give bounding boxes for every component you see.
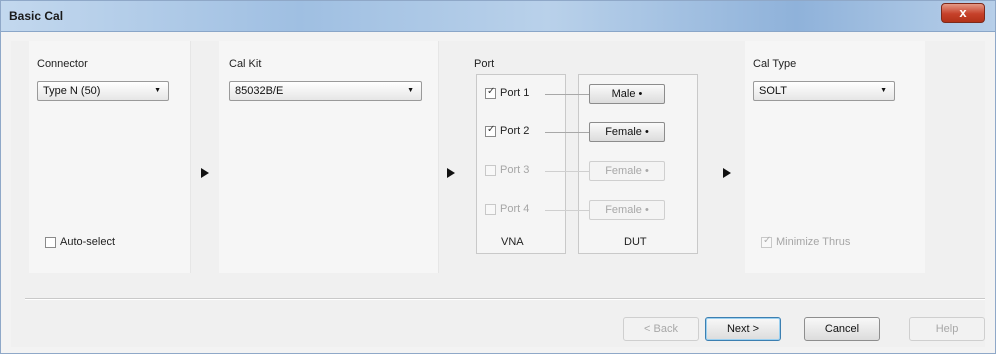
title-bar: Basic Cal x xyxy=(1,1,995,32)
cal-type-select[interactable]: SOLT ▼ xyxy=(753,81,895,101)
port-3-dut-button[interactable]: Female • xyxy=(589,161,665,181)
flow-arrow-icon xyxy=(447,168,455,178)
vna-label: VNA xyxy=(501,236,524,248)
port-4-dut-button[interactable]: Female • xyxy=(589,200,665,220)
minimize-thrus-label: Minimize Thrus xyxy=(776,236,851,248)
port-2-dut-button[interactable]: Female • xyxy=(589,122,665,142)
back-button[interactable]: < Back xyxy=(623,317,699,341)
cal-kit-select-value: 85032B/E xyxy=(235,85,284,97)
connector-select-value: Type N (50) xyxy=(43,85,101,97)
cancel-button[interactable]: Cancel xyxy=(804,317,880,341)
help-button[interactable]: Help xyxy=(909,317,985,341)
port-3-checkbox[interactable] xyxy=(485,165,496,176)
chevron-down-icon: ▼ xyxy=(880,87,887,94)
dialog-body: Connector Type N (50) ▼ Auto-select Cal … xyxy=(11,41,985,347)
window-title: Basic Cal xyxy=(9,9,64,23)
cal-kit-panel xyxy=(219,41,439,273)
cal-kit-label: Cal Kit xyxy=(229,58,262,70)
port-2-checkbox[interactable] xyxy=(485,124,496,137)
flow-arrow-icon xyxy=(723,168,731,178)
dut-label: DUT xyxy=(624,236,647,248)
flow-arrow-icon xyxy=(201,168,209,178)
port-4-checkbox[interactable] xyxy=(485,204,496,215)
port-2-connector-line xyxy=(545,132,589,133)
connector-select[interactable]: Type N (50) ▼ xyxy=(37,81,169,101)
chevron-down-icon: ▼ xyxy=(154,87,161,94)
port-4-connector-line xyxy=(545,210,589,211)
cal-type-label: Cal Type xyxy=(753,58,797,70)
auto-select-label: Auto-select xyxy=(60,236,116,248)
port-3-label: Port 3 xyxy=(500,164,530,176)
chevron-down-icon: ▼ xyxy=(407,87,414,94)
cal-kit-select[interactable]: 85032B/E ▼ xyxy=(229,81,422,101)
basic-cal-dialog: Basic Cal x Connector Type N (50) ▼ Auto… xyxy=(0,0,996,354)
port-1-connector-line xyxy=(545,94,589,95)
minimize-thrus-checkbox[interactable] xyxy=(761,235,772,248)
connector-label: Connector xyxy=(37,58,88,70)
auto-select-checkbox[interactable] xyxy=(45,237,56,248)
next-button[interactable]: Next > xyxy=(705,317,781,341)
footer-separator xyxy=(25,298,985,300)
port-3-connector-line xyxy=(545,171,589,172)
port-1-label: Port 1 xyxy=(500,87,530,99)
port-4-label: Port 4 xyxy=(500,203,530,215)
port-2-label: Port 2 xyxy=(500,125,530,137)
port-1-checkbox[interactable] xyxy=(485,86,496,99)
cal-type-select-value: SOLT xyxy=(759,85,787,97)
close-icon: x xyxy=(959,5,967,20)
port-1-dut-button[interactable]: Male • xyxy=(589,84,665,104)
port-label: Port xyxy=(474,58,495,70)
close-button[interactable]: x xyxy=(941,3,985,23)
